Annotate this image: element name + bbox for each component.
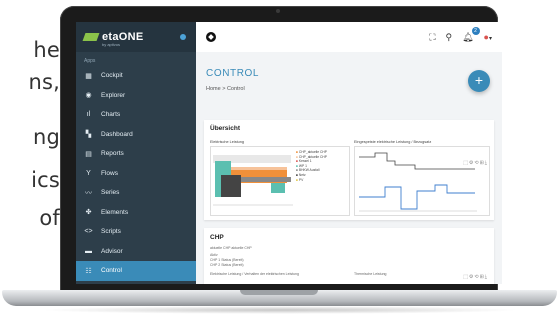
sidebar-item-label: Reports bbox=[101, 150, 124, 158]
chart1-area-light-orange bbox=[231, 167, 287, 170]
sidebar-item-label: Charts bbox=[101, 111, 121, 119]
charts-icon: ıl bbox=[86, 111, 91, 119]
sidebar-item-advisor[interactable]: ▬ Advisor bbox=[76, 242, 196, 262]
background-text-4: ics bbox=[31, 168, 60, 192]
sidebar-item-label: Control bbox=[101, 267, 122, 275]
chart1-title: Elektrische Leistung bbox=[210, 140, 244, 144]
feed-in-power-chart[interactable] bbox=[354, 146, 490, 216]
chp-chart-toolbar[interactable]: ⬚⚙⟲⊞⤓ bbox=[463, 274, 488, 280]
background-text-2: ns, bbox=[28, 70, 60, 94]
overview-card: Übersicht Elektrische Leistung Eingespei… bbox=[204, 120, 494, 220]
elements-icon: ✤ bbox=[85, 209, 92, 217]
compass-icon[interactable] bbox=[206, 32, 216, 42]
chart1-area-grey bbox=[241, 177, 291, 182]
chart2-title: Eingespeiste elektrische Leistung / Bezu… bbox=[354, 140, 432, 144]
control-icon: ☷ bbox=[85, 267, 92, 275]
electric-power-chart[interactable] bbox=[210, 146, 350, 216]
advisor-icon: ▬ bbox=[85, 247, 92, 255]
chart2-line-black bbox=[359, 152, 475, 170]
search-icon[interactable]: ⚲ bbox=[446, 32, 453, 43]
topbar: ⛶ ⚲ 🔔︎ 2 ●▾ bbox=[196, 22, 502, 52]
chart2-line-blue bbox=[359, 184, 475, 210]
background-text-1: he bbox=[33, 38, 60, 62]
sidebar-item-label: Advisor bbox=[101, 247, 123, 255]
sidebar-item-flows[interactable]: Y Flows bbox=[76, 164, 196, 184]
laptop-screen: etaONE by aptivos Apps ▦ Cockpit ◉ Explorer… bbox=[76, 22, 502, 284]
laptop-shadow bbox=[40, 306, 520, 314]
chp-sub3: CHP 1 Status (Bereit) bbox=[210, 258, 244, 262]
chart1-area-dark bbox=[221, 175, 241, 197]
brand[interactable]: etaONE by aptivos bbox=[76, 22, 196, 52]
sidebar-item-explorer[interactable]: ◉ Explorer bbox=[76, 86, 196, 106]
chp-sub4: CHP 2 Status (Bereit) bbox=[210, 263, 244, 267]
notifications-badge: 2 bbox=[471, 26, 480, 35]
sidebar-item-reports[interactable]: ▤ Reports bbox=[76, 144, 196, 164]
background-text-5: of bbox=[39, 206, 60, 230]
page-title: CONTROL bbox=[206, 68, 260, 79]
chart1-area-teal-2 bbox=[271, 183, 285, 193]
main-content: CONTROL Home > Control + Übersicht Elekt… bbox=[196, 52, 502, 284]
sidebar-item-label: Flows bbox=[101, 169, 118, 177]
scripts-icon: <> bbox=[84, 228, 93, 236]
chp-heading: CHP bbox=[210, 234, 224, 241]
add-button[interactable]: + bbox=[468, 70, 490, 92]
chart-toolbar[interactable]: ⬚⚙⟲⊞⤓ bbox=[463, 160, 488, 166]
sidebar-item-label: Cockpit bbox=[101, 72, 123, 80]
sidebar-item-label: Series bbox=[101, 189, 120, 197]
laptop-camera bbox=[276, 9, 280, 13]
overview-heading: Übersicht bbox=[210, 125, 240, 132]
chp-card: CHP aktuelle CHP aktuelle CHP Aktiv CHP … bbox=[204, 228, 494, 284]
etaone-logo-icon bbox=[84, 30, 98, 44]
sidebar-item-label: Scripts bbox=[101, 228, 121, 236]
chp-sub1: aktuelle CHP aktuelle CHP bbox=[210, 246, 252, 250]
series-icon: 〰 bbox=[85, 189, 92, 197]
reports-icon: ▤ bbox=[85, 150, 92, 158]
legend-item: ■ PV bbox=[296, 177, 304, 182]
chp-chart-title-2: Thermische Leistung bbox=[354, 272, 387, 276]
laptop-notch bbox=[240, 290, 318, 295]
sidebar-item-charts[interactable]: ıl Charts bbox=[76, 105, 196, 125]
sidebar-item-dashboard[interactable]: ▚ Dashboard bbox=[76, 125, 196, 145]
sidebar-item-series[interactable]: 〰 Series bbox=[76, 183, 196, 203]
user-avatar-icon[interactable]: ●▾ bbox=[484, 32, 492, 42]
sidebar-item-label: Dashboard bbox=[101, 130, 133, 138]
apps-section-label: Apps bbox=[84, 58, 96, 64]
flows-icon: Y bbox=[86, 169, 91, 177]
fullscreen-icon[interactable]: ⛶ bbox=[429, 32, 435, 43]
cockpit-icon: ▦ bbox=[85, 72, 92, 80]
explorer-icon: ◉ bbox=[85, 92, 92, 100]
sidebar-item-control[interactable]: ☷ Control bbox=[76, 261, 196, 281]
sidebar-item-scripts[interactable]: <> Scripts bbox=[76, 222, 196, 242]
notifications-bell-icon[interactable]: 🔔︎ 2 bbox=[462, 26, 480, 43]
brand-subtitle: by aptivos bbox=[102, 42, 121, 47]
sidebar-item-cockpit[interactable]: ▦ Cockpit bbox=[76, 66, 196, 86]
chp-sub2: Aktiv bbox=[210, 253, 218, 257]
dashboard-icon: ▚ bbox=[85, 131, 92, 139]
sidebar-item-label: Explorer bbox=[101, 91, 126, 99]
sidebar-item-elements[interactable]: ✤ Elements bbox=[76, 203, 196, 223]
sidebar-nav: ▦ Cockpit ◉ Explorer ıl Charts ▚ Dashboard ▤ Repo… bbox=[76, 66, 196, 281]
sidebar: etaONE by aptivos Apps ▦ Cockpit ◉ Explorer… bbox=[76, 22, 196, 284]
topbar-actions: ⛶ ⚲ 🔔︎ 2 ●▾ bbox=[429, 26, 502, 43]
chart1-legend: ■ CHP_aktuelle CHP ■ CHP_aktuelle CHP ■ … bbox=[296, 150, 327, 182]
background-text-3: ng bbox=[32, 125, 60, 149]
breadcrumb[interactable]: Home > Control bbox=[206, 86, 245, 92]
sidebar-item-label: Elements bbox=[101, 208, 129, 216]
chp-chart-title-1: Elektrische Leistung / Verhalten der ele… bbox=[210, 272, 299, 276]
status-dot-icon bbox=[180, 34, 186, 40]
